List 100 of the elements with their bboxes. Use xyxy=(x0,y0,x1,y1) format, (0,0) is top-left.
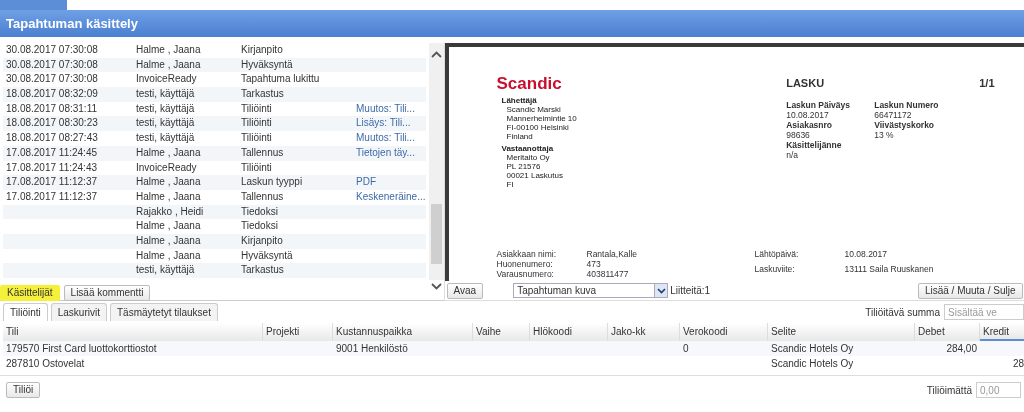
sender-label: Lähettäjä xyxy=(500,96,538,105)
action-button[interactable]: Lisää kommentti xyxy=(63,284,151,301)
table-cell-text: Scandic Hotels Oy xyxy=(770,357,855,371)
column-header[interactable]: Verokoodi xyxy=(680,323,768,341)
event-user: testi, käyttäjä xyxy=(136,263,196,278)
panel-title: Tapahtuman käsittely xyxy=(0,10,1024,37)
table-cell-text: 287810 Ostovelat xyxy=(5,357,86,371)
event-detail[interactable]: PDF xyxy=(356,175,426,190)
event-action: Tiliöinti xyxy=(241,116,273,131)
column-header[interactable]: Vaihe xyxy=(473,323,530,341)
address-line: Finland xyxy=(505,132,534,141)
field-value: Rantala,Kalle xyxy=(586,249,639,259)
sum-label: Tiliöitävä summa xyxy=(865,305,940,320)
event-time: 17.08.2017 11:12:37 xyxy=(6,189,98,204)
open-button[interactable]: Avaa xyxy=(446,282,484,299)
event-time: 30.08.2017 07:30:08 xyxy=(6,43,99,57)
field-value: 13 % xyxy=(874,129,894,140)
top-tab[interactable] xyxy=(0,0,67,10)
column-header[interactable]: Projekti xyxy=(263,323,333,341)
event-user: Halme , Jaana xyxy=(136,57,202,72)
event-user: Halme , Jaana xyxy=(136,248,202,263)
field-label: Huonenumero: xyxy=(496,259,554,269)
event-action: Tiedoksi xyxy=(241,219,279,234)
attachment-count: Liitteitä:1 xyxy=(670,284,711,298)
column-header[interactable]: Kustannuspaikka xyxy=(333,323,473,341)
event-user: Halme , Jaana xyxy=(136,145,202,160)
event-action: Tallennus xyxy=(241,145,285,160)
field-label: Varausnumero: xyxy=(496,269,555,279)
scroll-up-icon[interactable] xyxy=(430,51,442,59)
event-action: Tiedoksi xyxy=(241,204,279,219)
scroll-down-icon[interactable] xyxy=(430,282,442,290)
event-user: Halme , Jaana xyxy=(136,175,202,190)
column-header[interactable]: Jako-kk xyxy=(608,323,680,341)
table-row[interactable]: 179570 First Card luottokorttiostot 9001 Henkilöstö 0 Scandic Hotels Oy 284,00 xyxy=(3,341,1024,356)
tab[interactable]: Laskurivit xyxy=(50,303,107,321)
event-detail[interactable]: Muutos: Tili... xyxy=(356,101,426,117)
field-value: 98636 xyxy=(786,129,811,140)
caret-icon xyxy=(656,287,666,294)
field-value: 13111 Saila Ruuskanen xyxy=(844,264,935,276)
event-action: Kirjanpito xyxy=(241,233,284,248)
event-time: 18.08.2017 08:32:09 xyxy=(6,87,99,102)
field-value: 473 xyxy=(586,259,602,269)
action-button[interactable]: Käsittelijät xyxy=(0,284,60,301)
field-value: n/a xyxy=(786,149,799,160)
event-user: InvoiceReady xyxy=(136,160,198,175)
event-action: Hyväksyntä xyxy=(241,248,294,263)
column-header[interactable]: Selite xyxy=(768,323,915,341)
column-header[interactable]: Debet xyxy=(915,323,980,341)
event-action: Tarkastus xyxy=(241,87,285,102)
manage-button[interactable]: Lisää / Muuta / Sulje xyxy=(917,282,1023,299)
address-line: Mannerheimintie 10 xyxy=(505,114,578,123)
scroll-thumb[interactable] xyxy=(430,204,442,264)
event-time: 17.08.2017 11:12:37 xyxy=(6,175,98,190)
field-value: 10.08.2017 xyxy=(844,249,889,261)
address-line: Scandic Marski xyxy=(505,105,562,114)
column-header[interactable]: Tili xyxy=(3,323,263,341)
event-action: Tallennus xyxy=(241,189,285,204)
field-value: 66471172 xyxy=(874,109,913,120)
event-time: 18.08.2017 08:27:43 xyxy=(6,131,99,146)
table-cell-text: 284,00 xyxy=(945,342,978,356)
field-label: Laskun Päiväys xyxy=(786,99,851,110)
event-detail[interactable]: Keskeneräine... xyxy=(356,189,426,205)
field-value: 10.08.2017 xyxy=(786,109,829,120)
event-time: 17.08.2017 11:24:45 xyxy=(6,145,98,160)
table-cell-text: 9001 Henkilöstö xyxy=(335,342,409,356)
tab[interactable]: Tiliöinti xyxy=(3,303,48,321)
address-line: Meritaito Oy xyxy=(505,153,551,162)
table-cell-text: 179570 First Card luottokorttiostot xyxy=(5,342,158,356)
event-user: Halme , Jaana xyxy=(136,233,202,248)
event-detail[interactable]: Muutos: Tili... xyxy=(356,131,426,146)
event-user: testi, käyttäjä xyxy=(136,116,196,131)
event-user: Halme , Jaana xyxy=(136,219,202,234)
field-label: Asiakasnro xyxy=(786,119,834,130)
event-user: testi, käyttäjä xyxy=(136,87,196,102)
event-time: 17.08.2017 11:24:43 xyxy=(6,160,98,175)
field-label: Käsittelijänne xyxy=(786,139,843,150)
column-header[interactable]: Hlökoodi xyxy=(530,323,608,341)
table-cell-text: 28 xyxy=(1011,357,1024,371)
tab[interactable]: Täsmäytetyt tilaukset xyxy=(110,303,218,321)
event-time: 18.08.2017 08:30:23 xyxy=(6,116,99,131)
post-button[interactable]: Tiliöi xyxy=(6,382,41,398)
attachment-select[interactable]: Tapahtuman kuva xyxy=(513,283,669,298)
event-time: 18.08.2017 08:31:11 xyxy=(6,101,98,116)
event-user: InvoiceReady xyxy=(136,72,198,87)
unposted-field[interactable]: 0,00 xyxy=(976,382,1021,398)
recipient-label: Vastaanottaja xyxy=(500,144,555,153)
event-user: testi, käyttäjä xyxy=(136,101,196,116)
address-line: 00021 Laskutus xyxy=(505,171,564,180)
sum-field[interactable]: Sisältää ve xyxy=(944,304,1024,320)
event-action: Kirjanpito xyxy=(241,43,284,57)
address-line: FI-00100 Helsinki xyxy=(505,123,570,132)
logo-text: Scandic xyxy=(496,75,563,92)
field-label: Asiakkaan nimi: xyxy=(496,249,558,259)
field-label: Laskuviite: xyxy=(754,264,796,276)
event-user: Halme , Jaana xyxy=(136,189,202,204)
event-detail[interactable]: Lisäys: Tili... xyxy=(356,116,426,132)
event-action: Laskun tyyppi xyxy=(241,175,304,190)
table-cell-text: 0 xyxy=(682,342,690,356)
column-header[interactable]: Kredit xyxy=(980,323,1024,341)
event-detail[interactable]: Tietojen täy... xyxy=(356,145,426,161)
